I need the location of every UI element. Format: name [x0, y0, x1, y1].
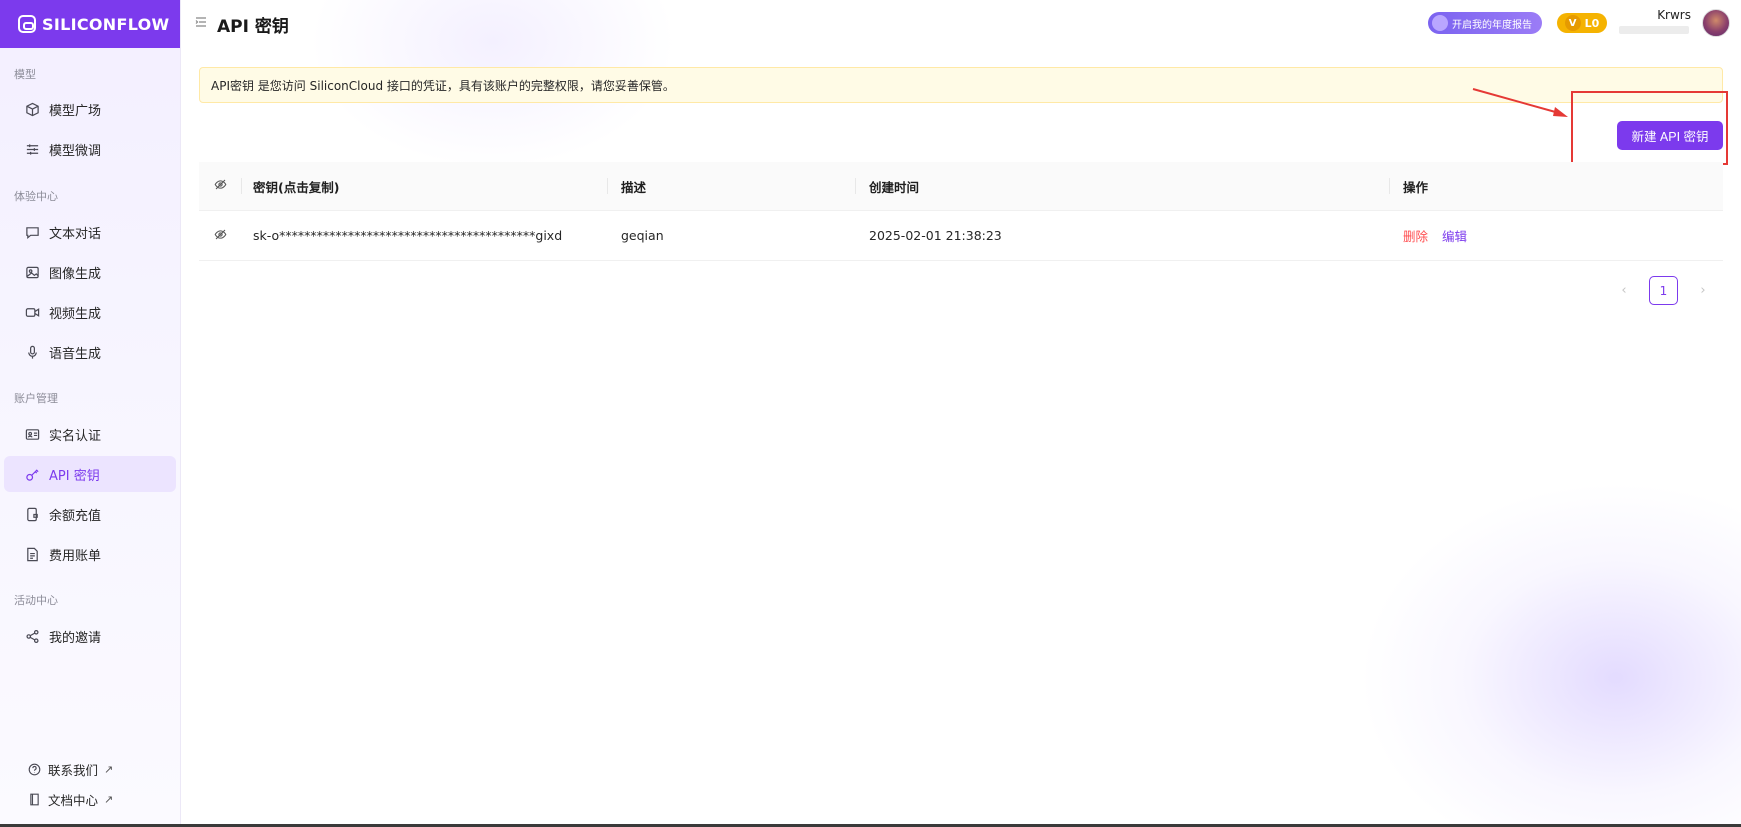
- toggle-key-visibility[interactable]: [199, 228, 241, 244]
- chat-icon: [24, 224, 40, 240]
- column-header-key: 密钥(点击复制): [241, 177, 607, 196]
- book-icon: [26, 792, 42, 808]
- id-card-icon: [24, 426, 40, 442]
- share-icon: [24, 628, 40, 644]
- column-header-description: 描述: [607, 177, 855, 196]
- sidebar-item-api-keys[interactable]: API 密钥: [4, 456, 176, 492]
- sliders-icon: [24, 141, 40, 157]
- section-label-models: 模型: [14, 68, 36, 81]
- eye-slash-icon: [214, 228, 227, 244]
- sidebar-item-label: 视频生成: [49, 306, 102, 322]
- sidebar-item-label: 费用账单: [49, 548, 102, 564]
- row-actions: 删除 编辑: [1389, 226, 1723, 245]
- user-level-label: L0: [1584, 16, 1600, 30]
- docs-link[interactable]: 文档中心 ↗: [26, 790, 113, 809]
- section-label-playground: 体验中心: [14, 190, 58, 203]
- sidebar-item-label: 语音生成: [49, 346, 102, 362]
- page-number-current[interactable]: 1: [1649, 276, 1678, 305]
- sidebar-item-verification[interactable]: 实名认证: [4, 416, 176, 452]
- sidebar-item-label: 余额充值: [49, 508, 102, 524]
- contact-us-label: 联系我们: [48, 763, 99, 778]
- menu-collapse-icon[interactable]: [195, 16, 207, 32]
- edit-key-link[interactable]: 编辑: [1442, 229, 1467, 244]
- toggle-visibility-header[interactable]: [199, 178, 241, 194]
- eye-slash-icon: [214, 178, 227, 194]
- annotation-arrow-icon: [1472, 88, 1568, 117]
- sidebar-item-fine-tune[interactable]: 模型微调: [4, 131, 176, 167]
- annual-report-button[interactable]: 开启我的年度报告: [1428, 12, 1542, 34]
- section-label-activity: 活动中心: [14, 594, 58, 607]
- sidebar-item-label: 模型广场: [49, 103, 102, 119]
- sidebar-item-label: 文本对话: [49, 226, 102, 242]
- column-header-created: 创建时间: [855, 177, 1389, 196]
- prev-page-icon[interactable]: ‹: [1617, 283, 1631, 298]
- sidebar-item-text-chat[interactable]: 文本对话: [4, 214, 176, 250]
- api-key-description: geqian: [621, 228, 664, 243]
- main-content: API 密钥 开启我的年度报告 V L0 Krwrs API密钥 是您访问 Si…: [181, 0, 1741, 827]
- docs-label: 文档中心: [48, 793, 99, 808]
- vip-icon: V: [1564, 15, 1581, 31]
- wallet-icon: [24, 506, 40, 522]
- siliconflow-logo-icon: [18, 15, 36, 33]
- key-icon: [24, 466, 40, 482]
- sidebar-item-recharge[interactable]: 余额充值: [4, 496, 176, 532]
- user-level-badge[interactable]: V L0: [1557, 13, 1607, 33]
- image-icon: [24, 264, 40, 280]
- pagination: ‹ 1 ›: [1617, 276, 1710, 305]
- sidebar-item-video-gen[interactable]: 视频生成: [4, 294, 176, 330]
- table-header: 密钥(点击复制) 描述 创建时间 操作: [199, 162, 1723, 211]
- sidebar-item-voice-gen[interactable]: 语音生成: [4, 334, 176, 370]
- avatar[interactable]: [1702, 9, 1730, 37]
- sidebar-item-invites[interactable]: 我的邀请: [4, 618, 176, 654]
- external-link-icon: ↗: [104, 763, 114, 776]
- annual-report-label: 开启我的年度报告: [1452, 19, 1532, 31]
- sidebar: SILICONFLOW 模型 模型广场 模型微调 体验中心 文本对话 图像生成 …: [0, 0, 181, 827]
- bill-icon: [24, 546, 40, 562]
- cube-icon: [24, 101, 40, 117]
- api-keys-table: 密钥(点击复制) 描述 创建时间 操作 sk-o****************…: [199, 162, 1723, 261]
- sidebar-item-label: 模型微调: [49, 143, 102, 159]
- video-icon: [24, 304, 40, 320]
- report-mascot-icon: [1432, 15, 1448, 31]
- column-header-actions: 操作: [1389, 177, 1723, 196]
- sidebar-item-label: 图像生成: [49, 266, 102, 282]
- page-title: API 密钥: [217, 16, 289, 37]
- username[interactable]: Krwrs: [1657, 8, 1691, 22]
- mic-icon: [24, 344, 40, 360]
- sidebar-item-billing[interactable]: 费用账单: [4, 536, 176, 572]
- delete-key-link[interactable]: 删除: [1403, 229, 1428, 244]
- sidebar-item-label: 实名认证: [49, 428, 102, 444]
- api-key-value[interactable]: sk-o************************************…: [241, 228, 607, 243]
- new-api-key-button[interactable]: 新建 API 密钥: [1617, 121, 1723, 150]
- contact-us-link[interactable]: 联系我们 ↗: [26, 760, 113, 779]
- table-row: sk-o************************************…: [199, 211, 1723, 261]
- brand-name: SILICONFLOW: [42, 14, 170, 34]
- sidebar-item-image-gen[interactable]: 图像生成: [4, 254, 176, 290]
- sidebar-item-label: 我的邀请: [49, 630, 102, 646]
- external-link-icon: ↗: [104, 793, 114, 806]
- sidebar-item-label: API 密钥: [49, 468, 100, 484]
- section-label-account: 账户管理: [14, 392, 58, 405]
- user-id-redacted: [1619, 26, 1689, 34]
- help-icon: [26, 762, 42, 778]
- sidebar-item-model-square[interactable]: 模型广场: [4, 91, 176, 127]
- next-page-icon[interactable]: ›: [1696, 283, 1710, 298]
- brand-logo[interactable]: SILICONFLOW: [0, 0, 180, 48]
- api-key-created-time: 2025-02-01 21:38:23: [869, 228, 1002, 243]
